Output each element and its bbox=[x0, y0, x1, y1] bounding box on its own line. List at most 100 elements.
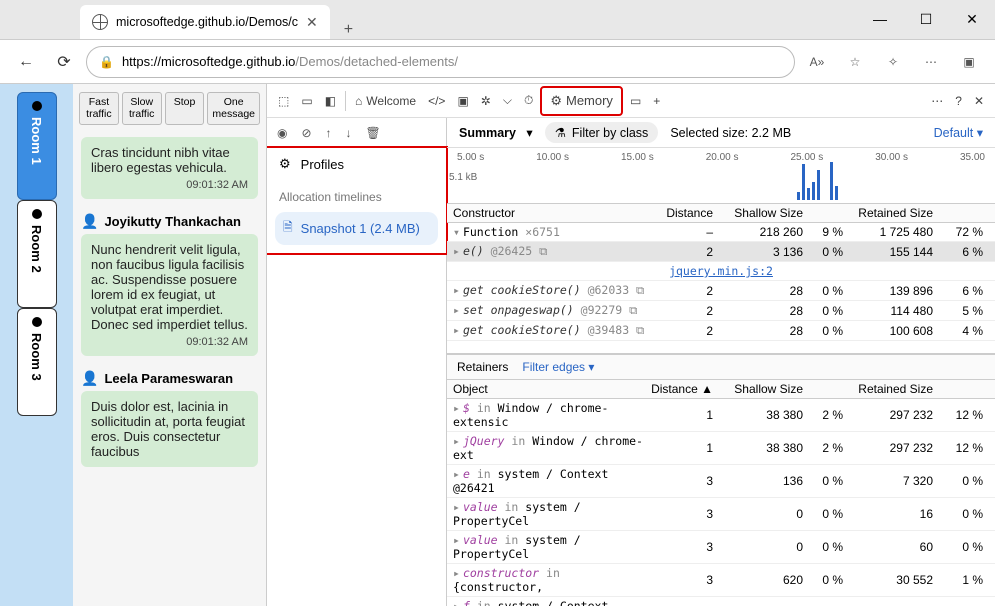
settings-toggle-icon[interactable]: ⚙ bbox=[279, 156, 291, 172]
tab-application[interactable]: ▭ bbox=[625, 87, 646, 115]
tick-label: 15.00 s bbox=[621, 152, 654, 163]
snapshot-icon: 🗎 bbox=[283, 218, 293, 239]
message-time: 09:01:32 AM bbox=[91, 332, 248, 348]
clear-icon[interactable]: ⊘ bbox=[301, 126, 311, 140]
constructor-row[interactable]: get cookieStore() @39483 ⧉2280 %100 6084… bbox=[447, 321, 995, 341]
message-bubble: Cras tincidunt nibh vitae libero egestas… bbox=[81, 137, 258, 199]
tick-label: 20.00 s bbox=[706, 152, 739, 163]
retainers-label: Retainers bbox=[457, 360, 508, 374]
tick-label: 5.00 s bbox=[457, 152, 484, 163]
constructor-row[interactable]: get cookieStore() @62033 ⧉2280 %139 8966… bbox=[447, 281, 995, 301]
devtools-dock-icon[interactable]: ▣ bbox=[953, 46, 985, 78]
tab-network[interactable]: ⌵ bbox=[498, 87, 517, 115]
perspective-dropdown[interactable]: Default bbox=[934, 125, 983, 140]
tab-memory[interactable]: ⚙ Memory bbox=[540, 86, 623, 116]
traffic-button[interactable]: Stop bbox=[165, 92, 205, 125]
load-icon[interactable]: ↑ bbox=[326, 126, 332, 140]
tab-overflow[interactable]: + bbox=[648, 87, 665, 115]
room-label: Room 1 bbox=[29, 117, 44, 165]
url-host: https://microsoftedge.github.io bbox=[122, 54, 295, 69]
close-devtools-icon[interactable]: ✕ bbox=[969, 87, 989, 115]
tab-console[interactable]: ▣ bbox=[452, 87, 473, 115]
url-path: /Demos/detached-elements/ bbox=[295, 54, 458, 69]
room-button-2[interactable]: Room 2 bbox=[17, 200, 57, 308]
status-dot bbox=[32, 209, 42, 219]
timeline-y-label: 5.1 kB bbox=[449, 172, 477, 183]
back-button[interactable]: ← bbox=[10, 46, 42, 78]
more-tools-icon[interactable]: ⋯ bbox=[926, 87, 948, 115]
tab-elements[interactable]: </> bbox=[423, 87, 450, 115]
inspect-icon[interactable]: ⬚ bbox=[273, 87, 294, 115]
tab-performance[interactable]: ⏱ bbox=[519, 87, 538, 115]
chat-column: FasttrafficSlowtrafficStopOnemessage Cra… bbox=[73, 84, 266, 606]
person-icon: 👤 bbox=[81, 370, 98, 387]
summary-dropdown[interactable]: Summary ▾ bbox=[459, 125, 533, 140]
read-aloud-icon[interactable]: A» bbox=[801, 46, 833, 78]
site-info-icon[interactable]: 🔒 bbox=[99, 55, 114, 69]
constructor-header: ConstructorDistanceShallow SizeRetained … bbox=[447, 204, 995, 223]
profiles-label: Profiles bbox=[301, 157, 344, 172]
room-label: Room 3 bbox=[29, 333, 44, 381]
retainer-row[interactable]: f in system / Context @2625745200 %22 30… bbox=[447, 597, 995, 606]
trash-icon[interactable]: 🗑 bbox=[366, 126, 381, 140]
constructor-row[interactable]: Function ×6751–218 2609 %1 725 48072 % bbox=[447, 223, 995, 242]
traffic-button[interactable]: Onemessage bbox=[207, 92, 260, 125]
retainer-row[interactable]: e in system / Context @2642131360 %7 320… bbox=[447, 465, 995, 498]
filter-edges-dropdown[interactable]: Filter edges bbox=[522, 360, 594, 374]
new-tab-button[interactable]: + bbox=[330, 21, 367, 39]
close-tab-icon[interactable]: ✕ bbox=[306, 14, 318, 31]
rooms-sidebar: Room 1 Room 2 Room 3 bbox=[0, 84, 73, 606]
room-button-3[interactable]: Room 3 bbox=[17, 308, 57, 416]
minimize-button[interactable]: — bbox=[857, 0, 903, 39]
retainer-row[interactable]: value in system / PropertyCel300 %160 % bbox=[447, 498, 995, 531]
tick-label: 35.00 bbox=[960, 152, 985, 163]
retainer-row[interactable]: constructor in {constructor,36200 %30 55… bbox=[447, 564, 995, 597]
favorites-icon[interactable]: ☆ bbox=[839, 46, 871, 78]
dock-icon[interactable]: ◧ bbox=[320, 87, 341, 115]
devtools-panel: ⬚ ▭ ◧ ⌂ Welcome </> ▣ ✲ ⌵ ⏱ ⚙ Memory ▭ +… bbox=[266, 84, 995, 606]
globe-icon bbox=[92, 14, 108, 30]
tick-label: 10.00 s bbox=[536, 152, 569, 163]
settings-icon[interactable]: ⋯ bbox=[915, 46, 947, 78]
constructor-row[interactable]: e() @26425 ⧉23 1360 %155 1446 % bbox=[447, 242, 995, 262]
snapshot-label: Snapshot 1 (2.4 MB) bbox=[301, 221, 420, 236]
profiles-highlight: ⚙ Profiles Allocation timelines 🗎 Snapsh… bbox=[267, 146, 448, 255]
source-link-row[interactable]: jquery.min.js:2 bbox=[447, 262, 995, 281]
message-author: 👤Joyikutty Thankachan bbox=[81, 213, 258, 230]
browser-tab[interactable]: microsoftedge.github.io/Demos/c ✕ bbox=[80, 5, 330, 39]
device-icon[interactable]: ▭ bbox=[296, 87, 317, 115]
close-window-button[interactable]: ✕ bbox=[949, 0, 995, 39]
retainer-row[interactable]: $ in Window / chrome-extensic138 3802 %2… bbox=[447, 399, 995, 432]
selected-size-label: Selected size: 2.2 MB bbox=[670, 126, 791, 140]
collections-icon[interactable]: ✧ bbox=[877, 46, 909, 78]
tab-title: microsoftedge.github.io/Demos/c bbox=[116, 15, 298, 29]
maximize-button[interactable]: ☐ bbox=[903, 0, 949, 39]
traffic-button[interactable]: Fasttraffic bbox=[79, 92, 119, 125]
traffic-button[interactable]: Slowtraffic bbox=[122, 92, 162, 125]
record-icon[interactable]: ◉ bbox=[277, 126, 287, 140]
save-icon[interactable]: ↓ bbox=[346, 126, 352, 140]
filter-class-input[interactable]: ⚗ Filter by class bbox=[545, 122, 659, 143]
constructor-row[interactable]: set onpageswap() @92279 ⧉2280 %114 4805 … bbox=[447, 301, 995, 321]
tab-welcome[interactable]: ⌂ Welcome bbox=[350, 87, 421, 115]
person-icon: 👤 bbox=[81, 213, 98, 230]
object-header: ObjectDistance ▲Shallow SizeRetained Siz… bbox=[447, 380, 995, 399]
address-bar[interactable]: 🔒 https://microsoftedge.github.io/Demos/… bbox=[86, 46, 795, 78]
message-bubble: Nunc hendrerit velit ligula, non faucibu… bbox=[81, 234, 258, 356]
retainer-row[interactable]: jQuery in Window / chrome-ext138 3802 %2… bbox=[447, 432, 995, 465]
refresh-button[interactable]: ⟳ bbox=[48, 46, 80, 78]
message-time: 09:01:32 AM bbox=[91, 175, 248, 191]
room-button-1[interactable]: Room 1 bbox=[17, 92, 57, 200]
snapshot-item[interactable]: 🗎 Snapshot 1 (2.4 MB) bbox=[275, 212, 438, 245]
allocation-timeline[interactable]: 5.00 s10.00 s15.00 s20.00 s25.00 s30.00 … bbox=[447, 148, 995, 204]
message-author: 👤Leela Parameswaran bbox=[81, 370, 258, 387]
allocation-timelines-label: Allocation timelines bbox=[267, 180, 446, 210]
message-bubble: Duis dolor est, lacinia in sollicitudin … bbox=[81, 391, 258, 467]
help-icon[interactable]: ? bbox=[950, 87, 967, 115]
status-dot bbox=[32, 317, 42, 327]
room-label: Room 2 bbox=[29, 225, 44, 273]
status-dot bbox=[32, 101, 42, 111]
tab-sources[interactable]: ✲ bbox=[476, 87, 496, 115]
tick-label: 30.00 s bbox=[875, 152, 908, 163]
retainer-row[interactable]: value in system / PropertyCel300 %600 % bbox=[447, 531, 995, 564]
